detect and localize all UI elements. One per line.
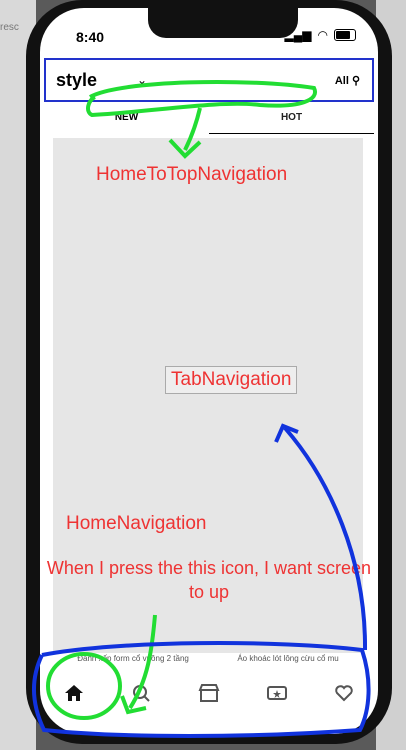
annotation-tab-navigation: TabNavigation: [165, 366, 298, 394]
search-icon[interactable]: [121, 673, 161, 713]
product-title[interactable]: Đánh xốp form cổ vuông 2 tầng: [77, 654, 189, 663]
product-titles: Đánh xốp form cổ vuông 2 tầng Áo khoác l…: [53, 654, 363, 663]
phone-screen: 8:40 ▂▄▆ ◠ style ⌄ All ⚲ NEW HOT HomeToT…: [40, 8, 378, 734]
chevron-down-icon[interactable]: ⌄: [137, 73, 147, 87]
home-icon[interactable]: [54, 673, 94, 713]
location-selector[interactable]: All ⚲: [335, 74, 360, 87]
status-time: 8:40: [76, 29, 105, 45]
status-icons: ▂▄▆ ◠: [285, 28, 356, 42]
app-logo[interactable]: style: [56, 70, 97, 91]
tab-new[interactable]: NEW: [44, 104, 209, 134]
annotation-press-note: When I press the this icon, I want scree…: [46, 558, 372, 602]
tab-hot[interactable]: HOT: [209, 104, 374, 134]
home-to-top-navigation-header: style ⌄ All ⚲: [44, 58, 374, 102]
store-icon[interactable]: [189, 673, 229, 713]
heart-icon[interactable]: [324, 673, 364, 713]
battery-icon: [334, 29, 356, 41]
background-text: resc: [0, 22, 19, 33]
product-title[interactable]: Áo khoác lót lông cừu cổ mu: [237, 654, 338, 663]
notch: [148, 8, 298, 38]
signal-icon: ▂▄▆: [284, 28, 312, 42]
ticket-star-icon[interactable]: [257, 673, 297, 713]
phone-frame: 8:40 ▂▄▆ ◠ style ⌄ All ⚲ NEW HOT HomeToT…: [26, 0, 392, 744]
annotation-home-navigation: HomeNavigation: [66, 513, 207, 534]
bottom-tab-navigation: [40, 668, 378, 718]
location-pin-icon: ⚲: [351, 74, 360, 87]
annotation-home-to-top: HomeToTopNavigation: [96, 164, 288, 185]
wifi-icon: ◠: [317, 28, 328, 42]
tab-bar: NEW HOT: [44, 104, 374, 134]
